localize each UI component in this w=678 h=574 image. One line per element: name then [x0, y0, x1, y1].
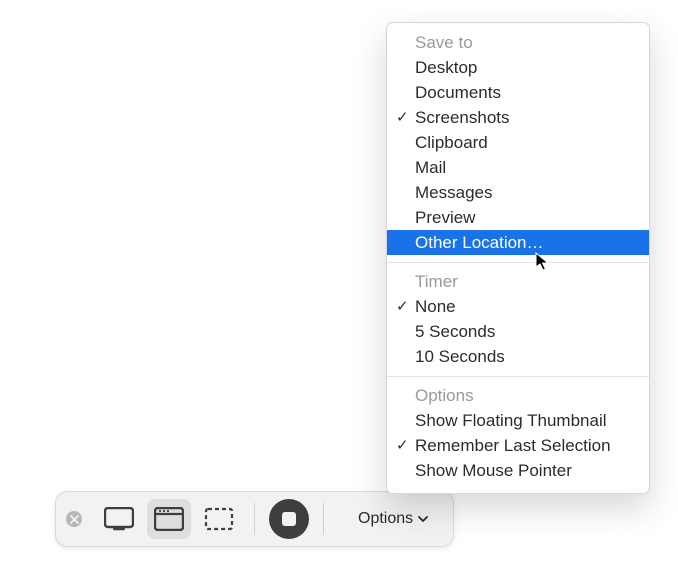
- capture-selection-button[interactable]: [197, 499, 241, 539]
- menu-item-documents[interactable]: Documents: [387, 80, 649, 105]
- menu-separator: [387, 376, 649, 377]
- record-button[interactable]: [269, 499, 309, 539]
- window-icon: [154, 507, 184, 531]
- close-icon: [70, 515, 79, 524]
- menu-item-timer-none[interactable]: ✓ None: [387, 294, 649, 319]
- screenshot-toolbar: Options: [55, 491, 454, 547]
- screen-icon: [104, 507, 134, 531]
- menu-item-label: Screenshots: [415, 108, 510, 127]
- menu-item-messages[interactable]: Messages: [387, 180, 649, 205]
- checkmark-icon: ✓: [396, 434, 409, 457]
- menu-item-label: Other Location…: [415, 233, 544, 252]
- menu-item-label: Desktop: [415, 58, 477, 77]
- menu-item-label: 5 Seconds: [415, 322, 495, 341]
- menu-section-title: Save to: [387, 31, 649, 55]
- options-menu: Save to Desktop Documents ✓ Screenshots C…: [386, 22, 650, 494]
- menu-item-mail[interactable]: Mail: [387, 155, 649, 180]
- menu-section-title: Options: [387, 384, 649, 408]
- options-button[interactable]: Options: [348, 504, 439, 534]
- close-button[interactable]: [66, 511, 82, 527]
- menu-item-label: Clipboard: [415, 133, 488, 152]
- menu-section-title: Timer: [387, 270, 649, 294]
- menu-item-label: Remember Last Selection: [415, 436, 611, 455]
- menu-item-label: Messages: [415, 183, 492, 202]
- menu-item-clipboard[interactable]: Clipboard: [387, 130, 649, 155]
- menu-item-label: None: [415, 297, 456, 316]
- menu-item-timer-5s[interactable]: 5 Seconds: [387, 319, 649, 344]
- toolbar-divider: [323, 503, 324, 535]
- menu-item-desktop[interactable]: Desktop: [387, 55, 649, 80]
- checkmark-icon: ✓: [396, 295, 409, 318]
- capture-window-button[interactable]: [147, 499, 191, 539]
- capture-entire-screen-button[interactable]: [97, 499, 141, 539]
- checkmark-icon: ✓: [396, 106, 409, 129]
- menu-item-label: Show Mouse Pointer: [415, 461, 572, 480]
- chevron-down-icon: [417, 513, 429, 525]
- menu-item-label: Documents: [415, 83, 501, 102]
- menu-item-screenshots[interactable]: ✓ Screenshots: [387, 105, 649, 130]
- menu-item-show-mouse-pointer[interactable]: Show Mouse Pointer: [387, 458, 649, 483]
- stop-icon: [282, 512, 296, 526]
- menu-item-label: Mail: [415, 158, 446, 177]
- menu-item-label: Preview: [415, 208, 475, 227]
- menu-item-other-location[interactable]: Other Location…: [387, 230, 649, 255]
- menu-item-remember-selection[interactable]: ✓ Remember Last Selection: [387, 433, 649, 458]
- menu-item-floating-thumbnail[interactable]: Show Floating Thumbnail: [387, 408, 649, 433]
- menu-item-label: 10 Seconds: [415, 347, 505, 366]
- options-label: Options: [358, 510, 413, 528]
- toolbar-divider: [254, 503, 255, 535]
- menu-item-label: Show Floating Thumbnail: [415, 411, 607, 430]
- menu-item-timer-10s[interactable]: 10 Seconds: [387, 344, 649, 369]
- menu-item-preview[interactable]: Preview: [387, 205, 649, 230]
- selection-icon: [204, 507, 234, 531]
- menu-separator: [387, 262, 649, 263]
